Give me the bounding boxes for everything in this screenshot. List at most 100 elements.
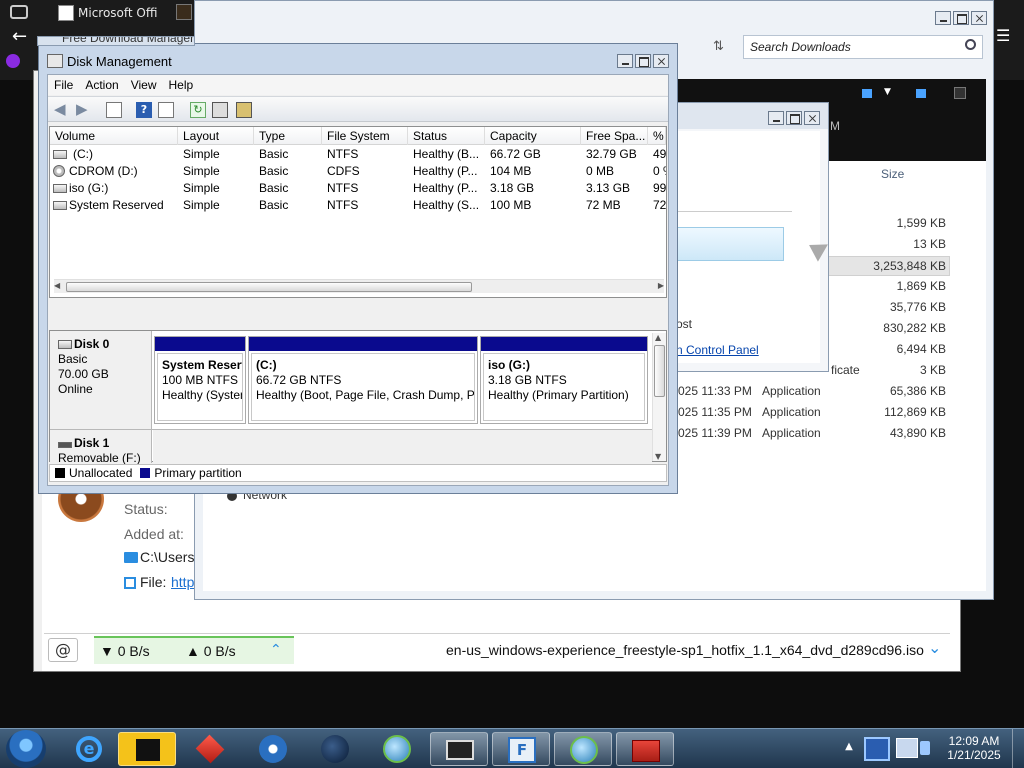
horizontal-scroll-thumb[interactable] [66, 282, 472, 292]
view-icon[interactable] [862, 89, 872, 98]
tray-network-icon[interactable] [896, 738, 918, 758]
fdm-tab-peek: Free Download Manager [37, 36, 195, 46]
vertical-scroll-thumb[interactable] [654, 345, 665, 397]
show-hide-console-icon[interactable] [106, 102, 122, 118]
rescan-disks-icon[interactable] [236, 102, 252, 118]
show-hide-action-pane-icon[interactable] [158, 102, 174, 118]
column-layout[interactable]: Layout [178, 127, 254, 145]
scroll-left-icon[interactable]: ◀ [54, 281, 60, 290]
control-panel-link[interactable]: n Control Panel [676, 343, 759, 357]
volume-name: System Reserved [69, 198, 164, 212]
properties-close-button[interactable] [804, 111, 820, 125]
forward-icon[interactable]: ▶ [76, 102, 92, 118]
close-button[interactable] [653, 54, 669, 68]
back-icon[interactable]: ◀ [54, 102, 70, 118]
properties-minimize-button[interactable] [768, 111, 784, 125]
taskbar-app-button[interactable] [118, 732, 176, 766]
refresh-icon[interactable]: ↻ [190, 102, 206, 118]
properties-icon[interactable] [212, 102, 228, 118]
chevron-down-icon[interactable]: ⌄ [928, 638, 941, 657]
taskbar-app-button[interactable] [306, 732, 364, 766]
column-type[interactable]: Type [254, 127, 322, 145]
media-player-button[interactable] [244, 732, 302, 766]
explorer-close-button[interactable] [971, 11, 987, 25]
scroll-down-icon[interactable]: ▼ [655, 452, 661, 461]
chevron-up-icon[interactable]: ⌃ [270, 642, 282, 658]
browser-menu-icon[interactable]: ☰ [996, 28, 1010, 44]
media-player-icon [259, 735, 287, 763]
start-button[interactable] [6, 730, 46, 768]
file-date: 025 11:35 PM [678, 405, 752, 419]
table-row[interactable]: iso (G:) Simple Basic NTFS Healthy (P...… [50, 180, 666, 197]
taskbar-app-button[interactable] [554, 732, 612, 766]
menu-help[interactable]: Help [163, 75, 200, 95]
explorer-minimize-button[interactable] [935, 11, 951, 25]
minimize-button[interactable] [617, 54, 633, 68]
pane-splitter[interactable] [48, 301, 668, 328]
help-icon[interactable] [954, 87, 966, 99]
partition-g[interactable]: iso (G:) 3.18 GB NTFS Healthy (Primary P… [480, 336, 648, 424]
maximize-button[interactable] [635, 54, 651, 68]
column-file-system[interactable]: File System [322, 127, 408, 145]
help-icon[interactable]: ? [136, 102, 152, 118]
tray-volume-icon[interactable] [920, 741, 930, 755]
menu-action[interactable]: Action [79, 75, 124, 95]
search-box[interactable]: Search Downloads [743, 35, 983, 59]
table-row[interactable]: (C:) Simple Basic NTFS Healthy (B... 66.… [50, 146, 666, 163]
taskbar-app-button[interactable]: F [492, 732, 550, 766]
internet-explorer-icon: e [76, 736, 102, 762]
vertical-scrollbar[interactable]: ▲ ▼ [652, 333, 666, 461]
partition-c[interactable]: (C:) 66.72 GB NTFS Healthy (Boot, Page F… [248, 336, 478, 424]
pane-icon[interactable] [916, 89, 926, 98]
partition-system-reserved[interactable]: System Reserved 100 MB NTFS Healthy (Sys… [154, 336, 246, 424]
taskbar-app-button[interactable] [368, 732, 426, 766]
view-dropdown-icon[interactable]: ▼ [884, 87, 891, 97]
volume-capacity: 3.18 GB [490, 181, 535, 195]
toolbar: ◀ ▶ ? ↻ [48, 96, 668, 122]
taskbar-app-button[interactable] [182, 732, 240, 766]
taskbar-app-button[interactable] [430, 732, 488, 766]
scroll-right-icon[interactable]: ▶ [658, 281, 664, 290]
show-desktop-button[interactable] [1012, 729, 1024, 768]
refresh-icon[interactable]: ⇅ [713, 39, 724, 54]
file-size: 830,282 KB [883, 321, 946, 335]
table-row[interactable]: System Reserved Simple Basic NTFS Health… [50, 197, 666, 214]
size-column-header[interactable]: Size [881, 167, 904, 181]
hard-disk-icon [58, 340, 72, 349]
column-percent-free[interactable]: % [648, 127, 666, 145]
disk-0-label[interactable]: Disk 0 Basic 70.00 GB Online [50, 331, 152, 429]
disk-1-name: Disk 1 [74, 436, 110, 450]
browser-tab[interactable]: Microsoft Offi [54, 2, 184, 24]
disk-0-size: 70.00 GB [58, 367, 109, 381]
internet-explorer-button[interactable]: e [60, 732, 118, 766]
scroll-up-icon[interactable]: ▲ [655, 333, 661, 342]
explorer-maximize-button[interactable] [953, 11, 969, 25]
status-bar [47, 488, 669, 492]
back-arrow-icon[interactable]: ← [12, 28, 27, 46]
snail-icon[interactable]: @ [48, 638, 78, 662]
tray-clock[interactable]: 12:09 AM 1/21/2025 [938, 734, 1010, 762]
menu-file[interactable]: File [48, 75, 79, 95]
menu-view[interactable]: View [125, 75, 163, 95]
save-path[interactable]: C:\Users [140, 549, 194, 565]
file-link[interactable]: http [171, 574, 194, 590]
browser-window-icon[interactable] [10, 5, 28, 19]
column-status[interactable]: Status [408, 127, 485, 145]
disk-1-label[interactable]: Disk 1 Removable (F:) [50, 430, 152, 465]
disk-management-window: Free Download Manager Disk Management Fi… [37, 36, 678, 494]
black-box-icon [136, 739, 160, 761]
column-free-space[interactable]: Free Spa... [581, 127, 648, 145]
table-row[interactable]: CDROM (D:) Simple Basic CDFS Healthy (P.… [50, 163, 666, 180]
properties-maximize-button[interactable] [786, 111, 802, 125]
primary-swatch [140, 468, 151, 478]
taskbar-app-button[interactable] [616, 732, 674, 766]
browser-tab-icon[interactable] [176, 4, 192, 20]
column-capacity[interactable]: Capacity [485, 127, 581, 145]
column-volume[interactable]: Volume [50, 127, 178, 145]
horizontal-scrollbar[interactable]: ◀ ▶ [54, 279, 664, 293]
file-label: File: [140, 574, 167, 590]
legend-bar: Unallocated Primary partition [49, 464, 667, 482]
tray-app-icon[interactable] [864, 737, 890, 761]
down-speed: ▼ 0 B/s [100, 643, 150, 659]
show-hidden-icons[interactable]: ▲ [842, 741, 856, 755]
